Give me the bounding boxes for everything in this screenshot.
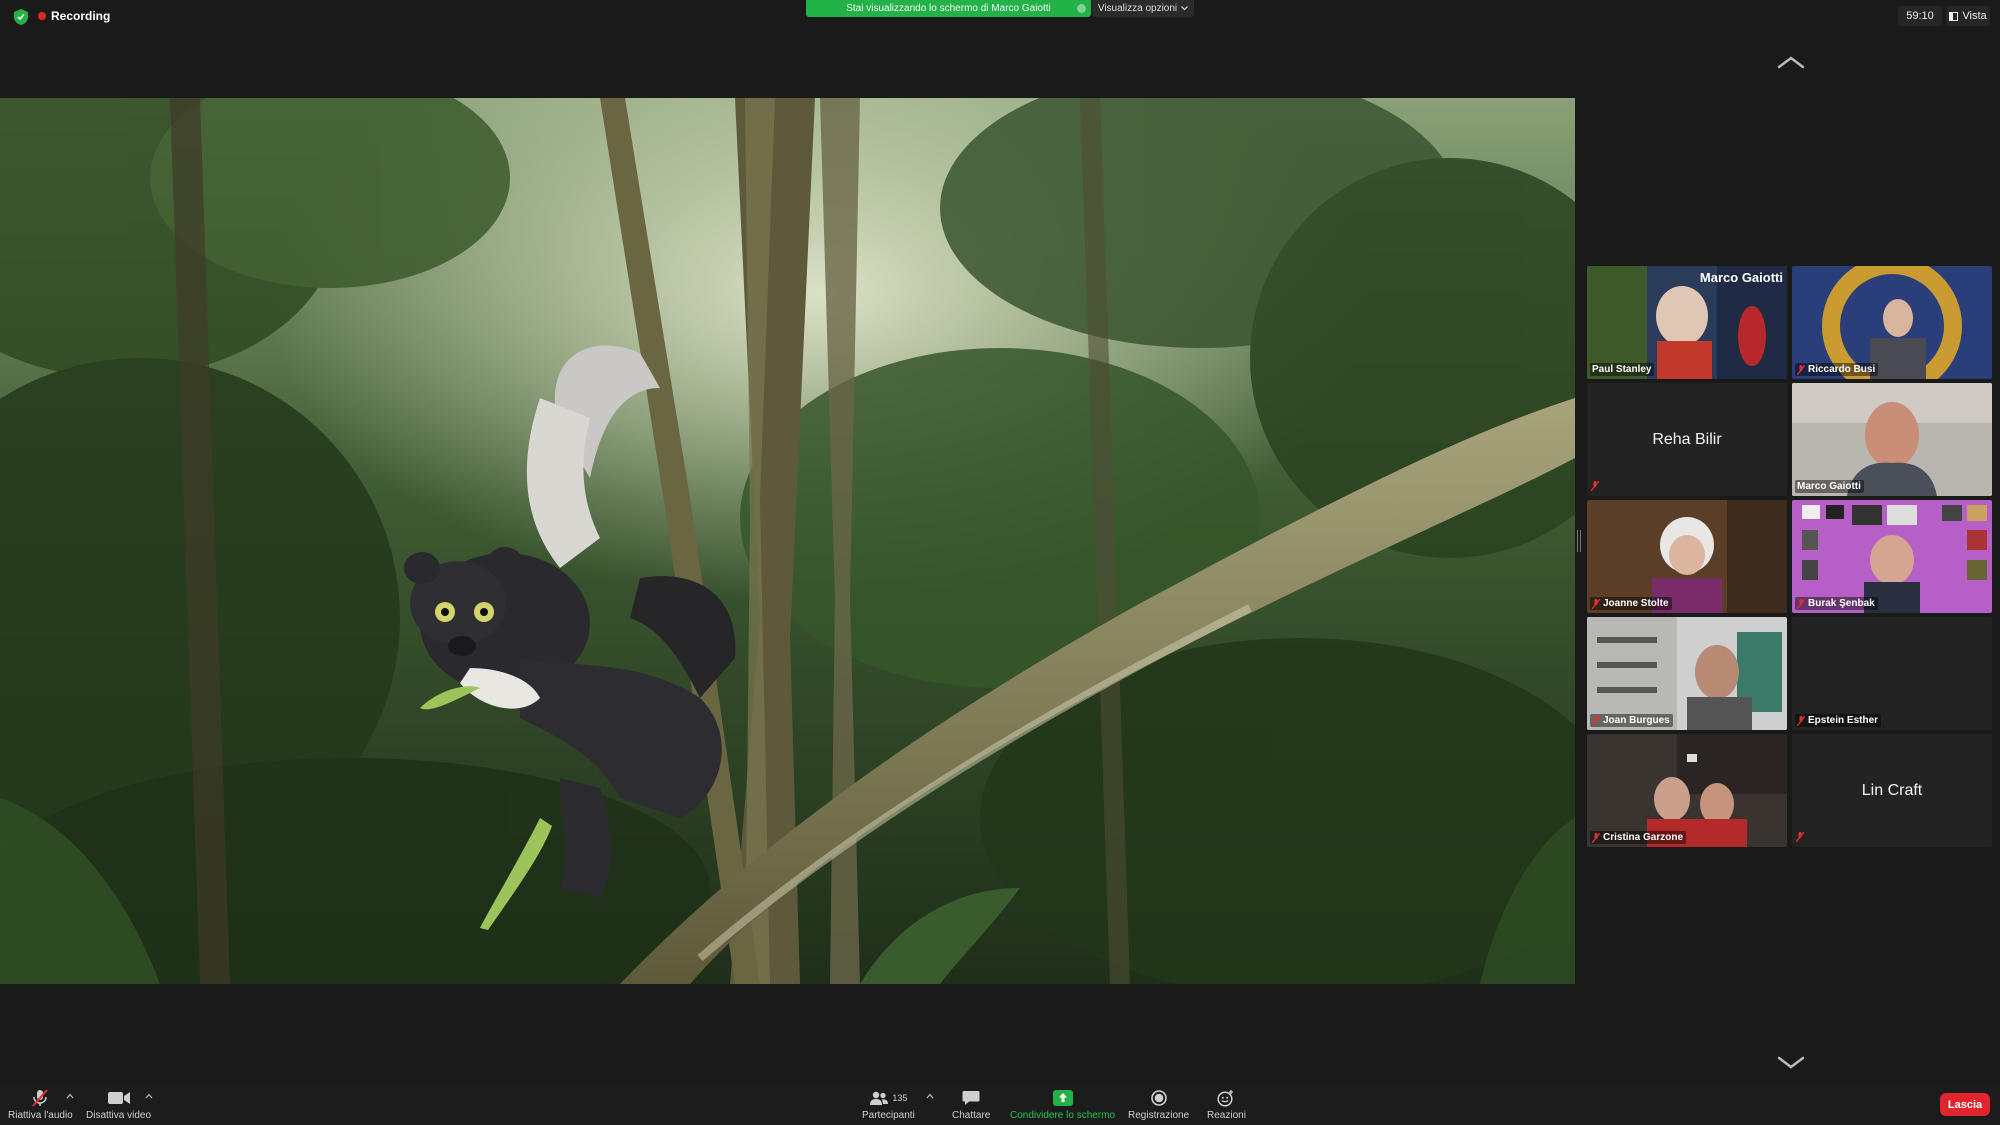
- video-options-caret-icon[interactable]: [145, 1093, 153, 1099]
- participant-tile-epstein-esther[interactable]: Epstein Esther: [1792, 617, 1992, 730]
- chat-label: Chattare: [952, 1110, 991, 1121]
- security-shield-icon[interactable]: [14, 9, 28, 25]
- stop-video-button[interactable]: Disattiva video: [86, 1088, 151, 1121]
- participant-tile-riccardo-busi[interactable]: Riccardo Busi: [1792, 266, 1992, 379]
- shared-photo-lemur-forest: [0, 98, 1575, 984]
- reactions-button[interactable]: Reazioni: [1207, 1088, 1246, 1121]
- participant-name: Epstein Esther: [1808, 715, 1879, 726]
- share-screen-button[interactable]: Condividere lo schermo: [1010, 1088, 1115, 1121]
- mic-muted-icon: [1592, 598, 1600, 609]
- participant-name: Cristina Garzone: [1603, 832, 1684, 843]
- share-banner-text: Stai visualizzando lo schermo di Marco G…: [846, 3, 1051, 14]
- mic-muted-icon: [1797, 364, 1805, 375]
- participant-tile-paul-stanley[interactable]: Marco Gaiotti Paul Stanley: [1587, 266, 1787, 379]
- mic-muted-icon: [1797, 598, 1805, 609]
- participant-name-tag: Marco Gaiotti: [1795, 480, 1864, 493]
- participant-name-tag: Burak Şenbak: [1795, 597, 1878, 610]
- participant-tile-joanne-stolte[interactable]: Joanne Stolte: [1587, 500, 1787, 613]
- gallery-down-chevron-icon[interactable]: [1776, 1055, 1806, 1071]
- panel-resize-handle[interactable]: [1577, 530, 1581, 552]
- participant-name-tag: Joan Burgues: [1590, 714, 1673, 727]
- participants-icon: [870, 1091, 889, 1105]
- participant-tile-burak-senbak[interactable]: Burak Şenbak: [1792, 500, 1992, 613]
- top-bar: Recording Stai visualizzando lo schermo …: [0, 0, 2000, 34]
- share-screen-label: Condividere lo schermo: [1010, 1110, 1116, 1121]
- chat-button[interactable]: Chattare: [952, 1088, 990, 1121]
- participant-name-tag: Epstein Esther: [1795, 714, 1882, 727]
- view-layout-label: Vista: [1962, 10, 1987, 22]
- record-button[interactable]: Registrazione: [1128, 1088, 1189, 1121]
- recording-label: Recording: [51, 9, 111, 23]
- mic-muted-icon: [1591, 481, 1599, 491]
- participant-tile-marco-gaiotti[interactable]: Marco Gaiotti: [1792, 383, 1992, 496]
- mic-muted-icon: [1592, 832, 1600, 843]
- record-icon: [1150, 1090, 1167, 1106]
- participants-options-caret-icon[interactable]: [926, 1093, 934, 1099]
- meeting-window: Recording Stai visualizzando lo schermo …: [0, 0, 2000, 1125]
- view-layout-button[interactable]: Vista: [1946, 6, 1990, 26]
- chevron-down-icon: [1181, 6, 1189, 11]
- participant-tile-joan-burgues[interactable]: Joan Burgues: [1587, 617, 1787, 730]
- participants-count: 135: [892, 1093, 908, 1103]
- participant-name-large: Reha Bilir: [1652, 430, 1722, 448]
- participant-name: Joanne Stolte: [1603, 598, 1669, 609]
- leave-meeting-button[interactable]: Lascia: [1940, 1093, 1990, 1116]
- view-options-button[interactable]: Visualizza opzioni: [1092, 0, 1194, 17]
- participant-tile-cristina-garzone[interactable]: Cristina Garzone: [1587, 734, 1787, 847]
- mic-muted-icon: [1797, 715, 1805, 726]
- participant-name: Riccardo Busi: [1808, 364, 1876, 375]
- participants-button[interactable]: 135 Partecipanti: [862, 1088, 915, 1121]
- view-options-label: Visualizza opzioni: [1097, 3, 1178, 14]
- share-status-icon: [1077, 4, 1086, 13]
- participant-name-tag: Riccardo Busi: [1795, 363, 1879, 376]
- participant-name-tag: Paul Stanley: [1590, 363, 1655, 376]
- share-screen-icon: [1052, 1090, 1073, 1106]
- reactions-label: Reazioni: [1207, 1110, 1246, 1121]
- share-banner: Stai visualizzando lo schermo di Marco G…: [806, 0, 1091, 17]
- recording-dot-icon: [38, 12, 46, 20]
- participant-tile-reha-bilir[interactable]: Reha Bilir: [1587, 383, 1787, 496]
- meeting-toolbar: Riattiva l'audio Disattiva video 135 Par…: [0, 1083, 2000, 1125]
- participant-tile-lin-craft[interactable]: Lin Craft: [1792, 734, 1992, 847]
- mic-muted-icon: [1796, 832, 1804, 842]
- recording-indicator[interactable]: Recording: [38, 9, 110, 23]
- participant-name-large: Lin Craft: [1861, 781, 1923, 799]
- microphone-muted-icon: [32, 1089, 49, 1107]
- audio-options-caret-icon[interactable]: [66, 1093, 74, 1099]
- participant-name: Marco Gaiotti: [1797, 481, 1861, 492]
- participants-label: Partecipanti: [862, 1110, 915, 1121]
- shared-screen: [0, 98, 1575, 984]
- paul-stanley-overlay-title: Marco Gaiotti: [1699, 270, 1783, 285]
- unmute-audio-label: Riattiva l'audio: [8, 1110, 73, 1121]
- grid-layout-icon: [1949, 11, 1959, 21]
- meeting-timer: 59:10: [1898, 6, 1942, 26]
- unmute-audio-button[interactable]: Riattiva l'audio: [8, 1088, 73, 1121]
- participant-name: Burak Şenbak: [1808, 598, 1875, 609]
- reactions-smiley-icon: [1217, 1090, 1234, 1107]
- participant-name-tag: Joanne Stolte: [1590, 597, 1672, 610]
- video-camera-icon: [107, 1092, 130, 1104]
- gallery-up-chevron-icon[interactable]: [1776, 54, 1806, 70]
- participant-name-tag: Cristina Garzone: [1590, 831, 1687, 844]
- participant-name: Joan Burgues: [1603, 715, 1670, 726]
- chat-bubble-icon: [962, 1091, 980, 1105]
- record-label: Registrazione: [1128, 1110, 1190, 1121]
- participant-name: Paul Stanley: [1592, 364, 1652, 375]
- mic-muted-icon: [1592, 715, 1600, 726]
- stop-video-label: Disattiva video: [86, 1110, 152, 1121]
